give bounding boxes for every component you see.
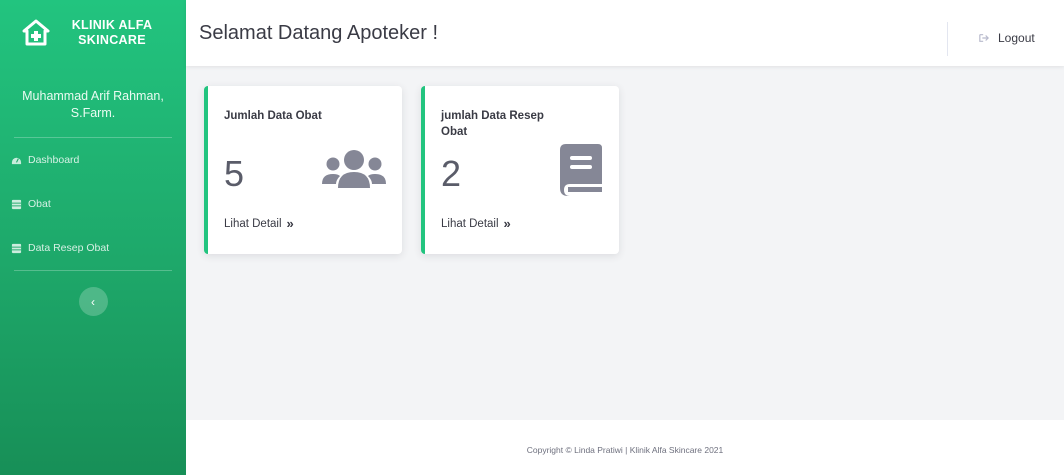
topbar: Selamat Datang Apoteker ! Logout — [186, 0, 1064, 66]
sidebar: KLINIK ALFA SKINCARE Muhammad Arif Rahma… — [0, 0, 186, 475]
footer: Copyright © Linda Pratiwi | Klinik Alfa … — [186, 420, 1064, 475]
logout-label: Logout — [998, 31, 1035, 45]
users-icon — [322, 150, 386, 188]
page-title: Selamat Datang Apoteker ! — [199, 22, 439, 44]
sidebar-item-data-resep-obat[interactable]: Data Resep Obat — [0, 226, 186, 270]
user-name: Muhammad Arif Rahman, S.Farm. — [22, 89, 164, 120]
sidebar-item-label: Obat — [28, 198, 51, 210]
card-jumlah-data-resep-obat: jumlah Data Resep Obat 2 Lihat Detail » — [421, 86, 619, 254]
clinic-house-icon — [22, 19, 50, 46]
book-icon — [560, 144, 602, 196]
card-link-label: Lihat Detail — [224, 217, 282, 230]
sidebar-item-label: Dashboard — [28, 154, 80, 166]
table-icon — [11, 199, 22, 209]
card-value: 5 — [224, 153, 245, 194]
dashboard-icon — [11, 157, 22, 164]
card-detail-link[interactable]: Lihat Detail » — [441, 216, 511, 231]
brand-title: KLINIK ALFA SKINCARE — [71, 18, 153, 47]
sidebar-toggle-button[interactable]: ‹ — [78, 287, 108, 316]
card-link-label: Lihat Detail — [441, 217, 499, 230]
card-jumlah-data-obat: Jumlah Data Obat 5 Lihat Detail » — [204, 86, 402, 254]
sidebar-brand[interactable]: KLINIK ALFA SKINCARE — [0, 0, 186, 66]
sidebar-item-dashboard[interactable]: Dashboard — [0, 138, 186, 182]
footer-copyright: Copyright © Linda Pratiwi | Klinik Alfa … — [526, 445, 724, 455]
card-value: 2 — [441, 153, 462, 194]
double-chevron-right-icon: » — [503, 216, 511, 231]
card-detail-link[interactable]: Lihat Detail » — [224, 216, 294, 231]
chevron-left-icon: ‹ — [91, 294, 95, 309]
sidebar-item-label: Data Resep Obat — [28, 242, 110, 254]
card-title: Jumlah Data Obat — [224, 110, 322, 122]
topbar-divider — [947, 22, 948, 56]
table-icon — [11, 243, 22, 253]
double-chevron-right-icon: » — [286, 216, 294, 231]
logout-button[interactable]: Logout — [979, 31, 1035, 45]
sign-out-icon — [979, 34, 989, 42]
card-title: jumlah Data Resep Obat — [441, 110, 544, 138]
sidebar-item-obat[interactable]: Obat — [0, 182, 186, 226]
